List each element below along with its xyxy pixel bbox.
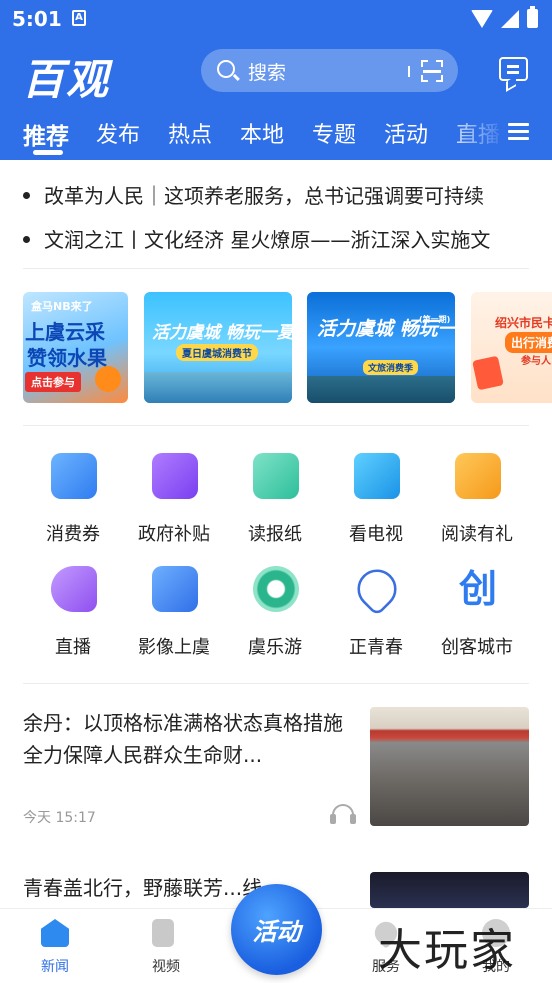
top-header: 5:01 A 百观 搜索 推荐 发布 热点 本地 专题 活动 直播 (0, 0, 552, 160)
coupon-icon (472, 355, 504, 391)
cell-signal-icon (501, 9, 519, 28)
youth-star-icon (349, 561, 405, 617)
news-home-icon (41, 919, 69, 947)
banner-card[interactable]: 活力虞城 畅玩一夏 夏日虞城消费节 (144, 292, 292, 403)
service-youth[interactable]: 正青春 (326, 561, 426, 666)
service-imaging[interactable]: 影像上虞 (124, 566, 224, 666)
banner-title: 上虞云采 (25, 320, 105, 344)
search-icon (217, 60, 235, 78)
headline-text: 文润之江丨文化经济 星火燎原——浙江深入实施文 (44, 228, 491, 252)
tab-hot[interactable]: 热点 (168, 117, 212, 149)
voucher-icon (51, 453, 97, 499)
nav-label: 新闻 (41, 959, 69, 975)
tab-activity[interactable]: 活动 (384, 117, 428, 149)
headline-text: 改革为人民｜这项养老服务，总书记强调要可持续 (44, 184, 484, 208)
search-cursor (408, 66, 410, 77)
banner-card[interactable]: 活力虞城 畅玩一夏 (第一期) 文旅消费季 (307, 292, 455, 403)
banner-subtitle: 赞领水果 (27, 346, 107, 370)
news-title: 余丹：以顶格标准满格状态真格措施 全力保障人民群众生命财... (23, 711, 343, 767)
battery-icon (527, 6, 538, 28)
divider (23, 683, 529, 684)
maker-city-icon: 创 (458, 567, 497, 611)
town-image (307, 376, 455, 403)
divider (23, 425, 529, 426)
tab-fade (440, 112, 552, 156)
video-icon (152, 919, 174, 947)
notification-a-icon: A (72, 10, 86, 26)
banner-tag: 参与人 (521, 356, 551, 367)
wifi-icon (471, 9, 493, 28)
news-thumbnail (370, 707, 529, 826)
status-bar: 5:01 A (0, 0, 552, 38)
banner-title: 绍兴市民卡 (495, 316, 552, 330)
activity-center-label: 活动 (252, 918, 301, 946)
banner-subtitle: 出行消费 (505, 332, 552, 353)
service-live[interactable]: 直播 (23, 566, 123, 666)
headline-item[interactable]: 改革为人民｜这项养老服务，总书记强调要可持续 (23, 180, 529, 209)
orange-icon (95, 366, 121, 392)
nav-news[interactable]: 新闻 (15, 909, 95, 983)
subsidy-icon (152, 453, 198, 499)
listen-audio-icon[interactable] (330, 804, 356, 824)
activity-center-button[interactable]: 活动 (231, 884, 322, 975)
live-camera-icon (51, 566, 97, 612)
nav-video[interactable]: 视频 (126, 909, 206, 983)
service-voucher[interactable]: 消费券 (23, 453, 123, 553)
newspaper-icon (253, 453, 299, 499)
banner-tag: 点击参与 (25, 372, 81, 392)
tv-icon (354, 453, 400, 499)
divider (23, 268, 529, 269)
camera-icon (152, 566, 198, 612)
banner-tag: (第一期) (419, 315, 451, 324)
scan-icon[interactable] (421, 60, 443, 82)
bullet-icon (23, 192, 30, 199)
headline-item[interactable]: 文润之江丨文化经济 星火燎原——浙江深入实施文 (23, 224, 529, 253)
app-logo: 百观 (22, 55, 111, 104)
bullet-icon (23, 236, 30, 243)
service-subsidy[interactable]: 政府补贴 (124, 453, 224, 553)
tab-topic[interactable]: 专题 (312, 117, 356, 149)
banner-title: 活力虞城 畅玩一夏 (152, 323, 292, 343)
service-newspaper[interactable]: 读报纸 (225, 453, 325, 553)
search-input[interactable]: 搜索 (248, 58, 286, 85)
active-tab-indicator (33, 150, 63, 155)
message-icon[interactable] (499, 57, 528, 81)
tab-recommend[interactable]: 推荐 (23, 117, 69, 151)
banner-subtitle: 文旅消费季 (363, 360, 419, 375)
service-reading-gift[interactable]: 阅读有礼 (427, 453, 527, 553)
news-time: 今天 15:17 (23, 810, 96, 826)
service-maker-city[interactable]: 创 创客城市 (427, 566, 527, 666)
service-tv[interactable]: 看电视 (326, 453, 426, 553)
news-thumbnail (370, 872, 529, 908)
app-root: 5:01 A 百观 搜索 推荐 发布 热点 本地 专题 活动 直播 (0, 0, 552, 983)
banner-subtitle: 夏日虞城消费节 (176, 344, 258, 361)
nav-label: 视频 (152, 959, 180, 975)
tab-publish[interactable]: 发布 (96, 117, 140, 149)
search-box[interactable]: 搜索 (201, 49, 458, 92)
tab-local[interactable]: 本地 (240, 117, 284, 149)
banner-top-text: 盒马NB来了 (31, 300, 93, 313)
banner-card[interactable]: 盒马NB来了 上虞云采 赞领水果 点击参与 (23, 292, 128, 403)
status-icons (471, 6, 538, 28)
service-label: 阅读有礼 (441, 524, 513, 545)
channel-menu-icon[interactable] (508, 123, 529, 141)
reading-gift-icon (455, 453, 501, 499)
service-travel[interactable]: 虞乐游 (225, 566, 325, 666)
watermark-logo: 大玩家 (378, 925, 516, 976)
travel-swirl-icon (253, 566, 299, 612)
status-time: 5:01 (12, 7, 62, 31)
city-skyline-image (144, 372, 292, 403)
service-label: 创客城市 (441, 637, 513, 658)
banner-card[interactable]: 绍兴市民卡 出行消费 参与人 (471, 292, 552, 403)
